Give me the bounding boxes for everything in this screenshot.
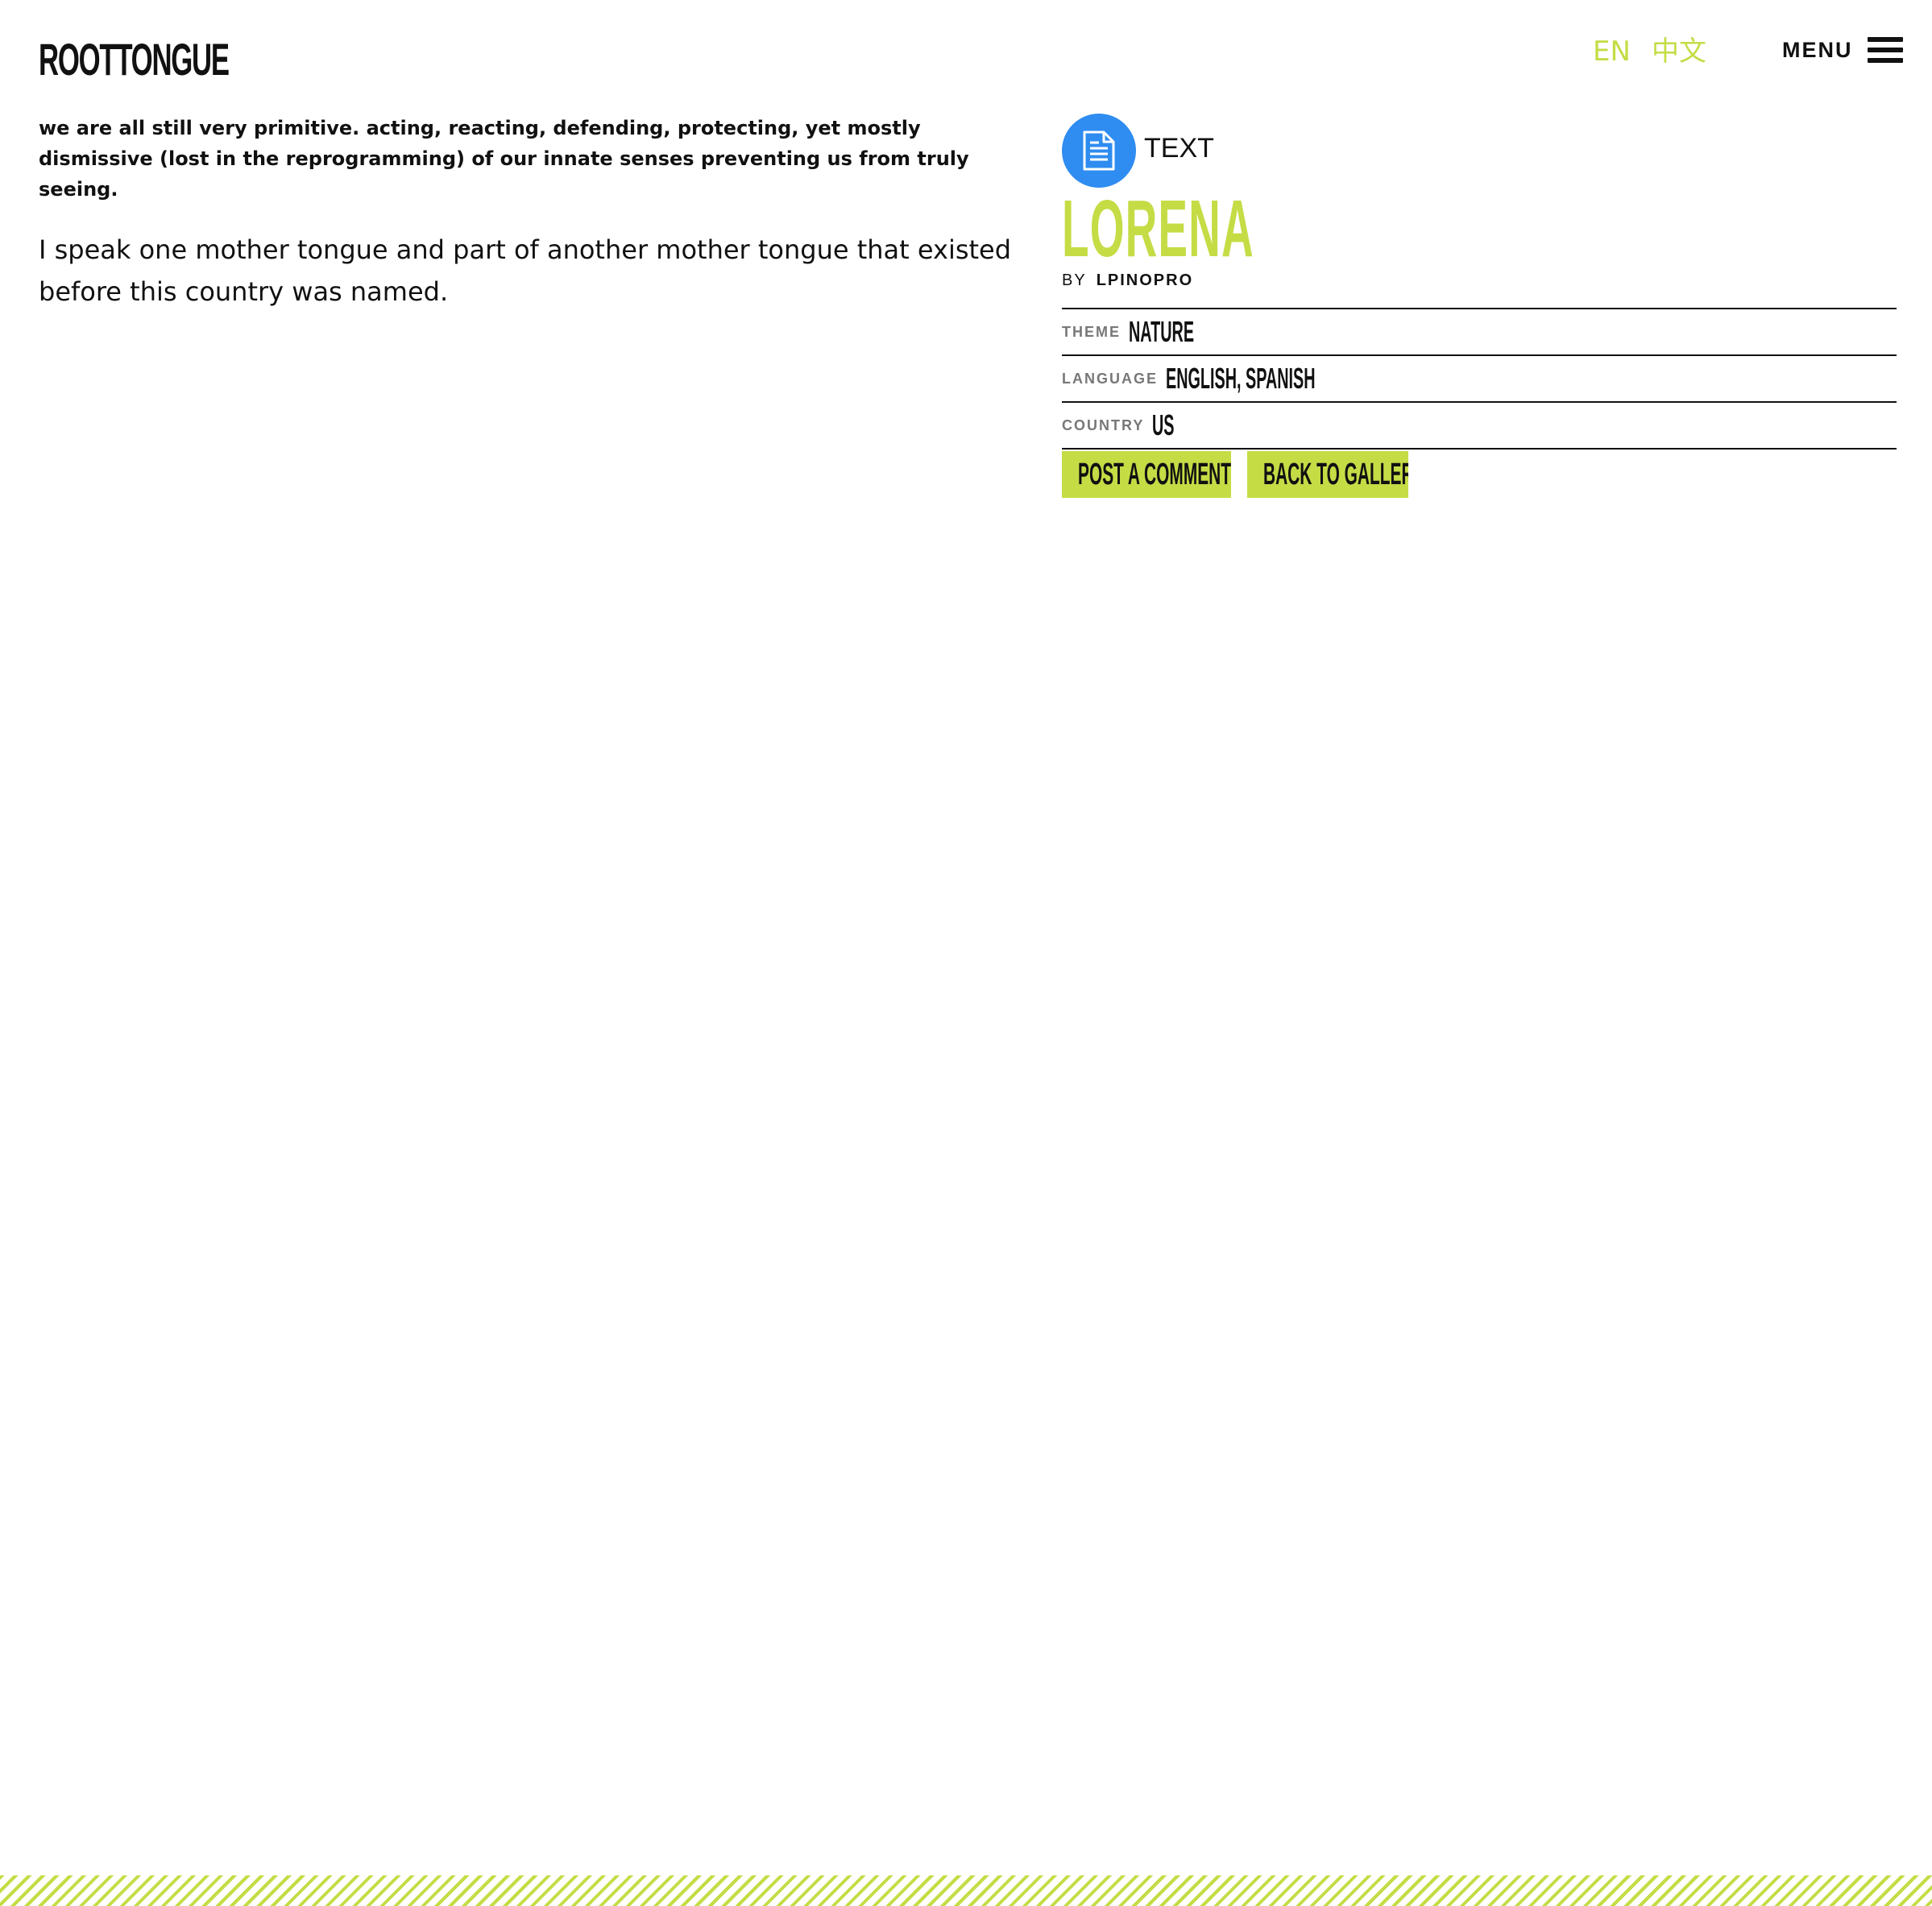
menu-button[interactable]: MENU — [1782, 37, 1903, 63]
post-comment-label: POST A COMMENT — [1078, 457, 1231, 491]
site-logo[interactable]: ROOTTONGUE — [39, 37, 230, 82]
meta-country-label: COUNTRY — [1062, 416, 1145, 433]
meta-country: COUNTRY US — [1062, 401, 1897, 448]
meta-divider — [1062, 448, 1897, 450]
document-icon — [1062, 114, 1136, 188]
meta-theme-label: THEME — [1062, 323, 1121, 340]
language-en-link[interactable]: EN — [1593, 35, 1631, 68]
meta-country-value: US — [1152, 408, 1175, 441]
entry-type: TEXT — [1062, 113, 1897, 189]
footer-stripe-band — [0, 1875, 1932, 1906]
entry-details: TEXT LORENA BY LPINOPRO THEME NATURE LAN… — [1062, 113, 1897, 498]
meta-theme-value: NATURE — [1129, 315, 1195, 348]
entry-lead-text: we are all still very primitive. acting,… — [39, 117, 969, 201]
meta-language-label: LANGUAGE — [1062, 370, 1158, 387]
post-comment-button[interactable]: POST A COMMENT — [1062, 451, 1231, 498]
meta-theme: THEME NATURE — [1062, 308, 1897, 354]
meta-language: LANGUAGE ENGLISH, SPANISH — [1062, 354, 1897, 401]
back-to-gallery-label: BACK TO GALLERY — [1263, 457, 1408, 491]
menu-label: MENU — [1782, 37, 1853, 62]
entry-body-text: I speak one mother tongue and part of an… — [39, 234, 1012, 307]
entry-title: LORENA — [1062, 184, 1254, 274]
meta-language-value: ENGLISH, SPANISH — [1166, 362, 1316, 395]
hamburger-icon — [1867, 37, 1903, 63]
entry-type-label: TEXT — [1144, 132, 1214, 164]
language-zh-link[interactable]: 中文 — [1652, 35, 1706, 68]
entry-content: we are all still very primitive. acting,… — [39, 113, 1014, 313]
back-to-gallery-button[interactable]: BACK TO GALLERY — [1247, 451, 1408, 498]
entry-actions: POST A COMMENT BACK TO GALLERY — [1062, 451, 1897, 498]
